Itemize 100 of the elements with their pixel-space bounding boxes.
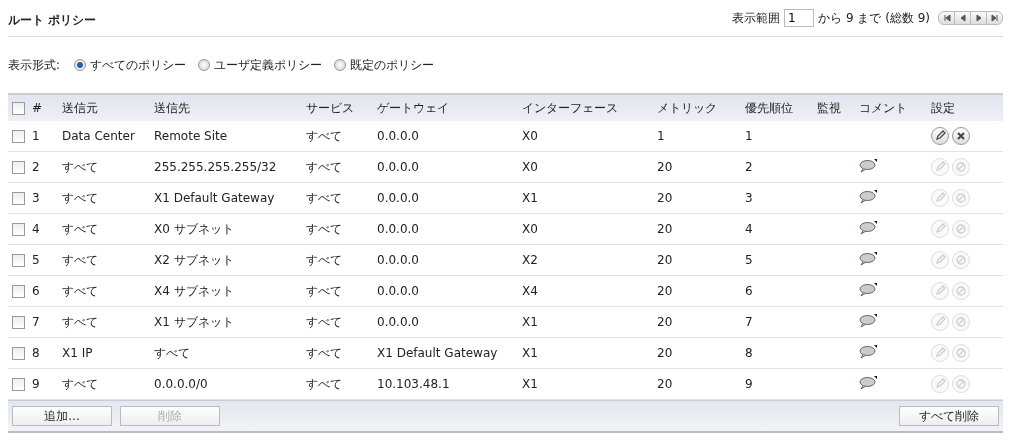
table-cell: 255.255.255.255/32 xyxy=(154,160,277,174)
range-label: 表示範囲 xyxy=(732,9,781,27)
table-cell: X1 IP xyxy=(62,346,93,360)
table-cell: 8 xyxy=(32,346,40,360)
table-cell: 10.103.48.1 xyxy=(377,377,450,391)
table-cell: 20 xyxy=(657,377,673,391)
column-header: メトリック xyxy=(657,100,717,115)
table-cell: 9 xyxy=(32,377,40,391)
table-cell: 6 xyxy=(32,284,40,298)
column-header: インターフェース xyxy=(522,100,618,115)
table-cell: すべて xyxy=(62,283,98,298)
radio-label: ユーザ定義ポリシー xyxy=(214,56,323,74)
table-cell: 0.0.0.0 xyxy=(377,191,419,205)
table-cell: X0 xyxy=(522,129,538,143)
table-cell: X1 xyxy=(522,346,538,360)
table-cell: 20 xyxy=(657,222,673,236)
table-cell: すべて xyxy=(306,159,342,174)
column-header: ゲートウェイ xyxy=(377,100,449,115)
table-cell: すべて xyxy=(306,128,342,143)
table-cell: X2 サブネット xyxy=(154,252,234,267)
column-header: 設定 xyxy=(931,100,955,115)
table-cell: 6 xyxy=(745,284,753,298)
table-cell: 2 xyxy=(32,160,40,174)
table-cell: X0 xyxy=(522,222,538,236)
table-cell: すべて xyxy=(306,345,342,360)
edit-icon[interactable] xyxy=(931,127,949,145)
table-cell: 0.0.0.0 xyxy=(377,315,419,329)
table-cell: 20 xyxy=(657,160,673,174)
table-cell: すべて xyxy=(306,221,342,236)
checkbox[interactable] xyxy=(12,102,25,115)
table-cell: 8 xyxy=(745,346,753,360)
radio-label: 既定のポリシー xyxy=(350,56,435,74)
table-cell: 1 xyxy=(657,129,665,143)
table-cell: 0.0.0.0 xyxy=(377,253,419,267)
table-cell: すべて xyxy=(62,159,98,174)
table-cell: 3 xyxy=(745,191,753,205)
table-cell: 4 xyxy=(32,222,40,236)
table-cell: X1 xyxy=(522,377,538,391)
table-cell: すべて xyxy=(306,190,342,205)
table-cell: X1 サブネット xyxy=(154,314,234,329)
table-cell: Data Center xyxy=(62,129,135,143)
column-header: # xyxy=(32,101,43,115)
table-cell: Remote Site xyxy=(154,129,228,143)
table-cell: すべて xyxy=(306,252,342,267)
table-cell: X1 xyxy=(522,315,538,329)
table-cell: すべて xyxy=(306,376,342,391)
table-cell: 3 xyxy=(32,191,40,205)
column-header: 優先順位 xyxy=(745,100,793,115)
table-cell: 2 xyxy=(745,160,753,174)
radio-button[interactable] xyxy=(198,59,211,71)
column-header: コメント xyxy=(859,100,907,115)
action-button[interactable]: すべて削除 xyxy=(899,406,999,426)
column-header: 送信先 xyxy=(154,100,190,115)
table-cell: すべて xyxy=(62,221,98,236)
page-field[interactable]: 1 xyxy=(784,9,815,27)
table-cell: 7 xyxy=(32,315,40,329)
column-header: 監視 xyxy=(817,100,841,115)
table-cell: X0 サブネット xyxy=(154,221,234,236)
table-cell: すべて xyxy=(306,283,342,298)
table-cell: X2 xyxy=(522,253,538,267)
table-cell: 1 xyxy=(745,129,753,143)
action-button[interactable]: 追加... xyxy=(12,406,112,426)
table-cell: X1 Default Gateway xyxy=(154,191,275,205)
table-cell: 20 xyxy=(657,346,673,360)
range-text: から 9 まで (総数 9) xyxy=(818,9,930,27)
table-cell: X1 xyxy=(522,191,538,205)
table-cell: 0.0.0.0 xyxy=(377,129,419,143)
radio-button[interactable] xyxy=(74,59,87,71)
table-cell: すべて xyxy=(306,314,342,329)
column-header: 送信元 xyxy=(62,100,98,115)
page-title: ルート ポリシー xyxy=(8,12,97,29)
table-cell: X0 xyxy=(522,160,538,174)
table-cell: 20 xyxy=(657,191,673,205)
table-cell: 0.0.0.0/0 xyxy=(154,377,208,391)
table-cell: すべて xyxy=(62,252,98,267)
pager-control[interactable] xyxy=(938,11,1003,25)
table-cell: すべて xyxy=(154,345,190,360)
checkbox[interactable] xyxy=(12,130,25,143)
table-cell: 4 xyxy=(745,222,753,236)
last-page-icon xyxy=(988,12,1001,24)
table-cell: 5 xyxy=(32,253,40,267)
table-cell: 20 xyxy=(657,253,673,267)
table-cell: 5 xyxy=(745,253,753,267)
delete-icon[interactable] xyxy=(952,127,970,145)
radio-button[interactable] xyxy=(334,59,347,71)
table-cell: 1 xyxy=(32,129,40,143)
table-cell: 0.0.0.0 xyxy=(377,284,419,298)
table-cell: 0.0.0.0 xyxy=(377,160,419,174)
table-cell: すべて xyxy=(62,376,98,391)
table-cell: 20 xyxy=(657,315,673,329)
table-cell: すべて xyxy=(62,190,98,205)
table-cell: X4 xyxy=(522,284,538,298)
table-cell: 20 xyxy=(657,284,673,298)
table-cell: 7 xyxy=(745,315,753,329)
table-cell: 0.0.0.0 xyxy=(377,222,419,236)
view-label: 表示形式: xyxy=(8,56,61,74)
table-cell: X1 Default Gateway xyxy=(377,346,498,360)
table-cell: 9 xyxy=(745,377,753,391)
table-cell: X4 サブネット xyxy=(154,283,234,298)
radio-label: すべてのポリシー xyxy=(90,56,187,74)
